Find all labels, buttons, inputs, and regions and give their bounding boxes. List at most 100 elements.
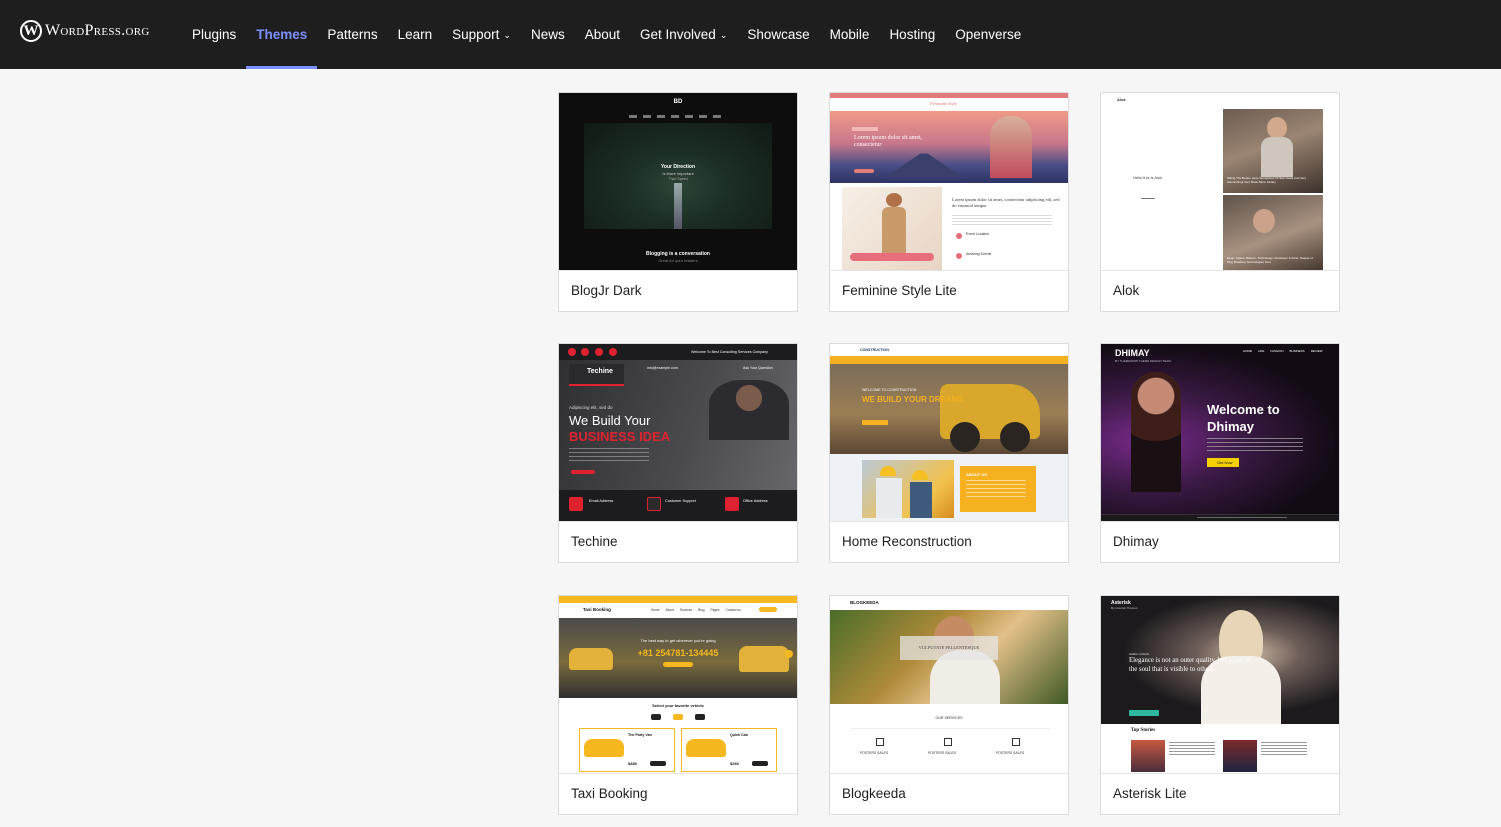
theme-screenshot: CONSTRUCTION WELCOME TO CONSTRUCTION WE … xyxy=(830,344,1068,522)
global-header: W WordPress.org Plugins Themes Patterns Lea… xyxy=(0,0,1501,69)
theme-name[interactable]: Taxi Booking xyxy=(571,786,648,801)
preview-hero-photo: Asterisk By Asterisk Themes GREG LOGAN E… xyxy=(1101,596,1339,724)
nav-label: Get Involved xyxy=(640,27,716,42)
preview-photo-woman: Sitting The Books, Here Sometimes All St… xyxy=(1223,109,1323,193)
preview-menu: Home About Services Blog Pages Contact us xyxy=(651,608,741,612)
preview-hero-title: Lorem ipsum dolor sit amet, consectetur xyxy=(854,135,923,148)
nav-item-get-involved[interactable]: Get Involved ⌄ xyxy=(630,0,737,69)
theme-card-blogjr-dark[interactable]: BD Your Direction Is More Important Than… xyxy=(558,92,798,312)
theme-screenshot: Welcome To Best Consulting Services Comp… xyxy=(559,344,797,522)
nav-label: Hosting xyxy=(889,27,936,42)
nav-item-support[interactable]: Support ⌄ xyxy=(442,0,521,69)
nav-item-themes[interactable]: Themes xyxy=(246,0,318,69)
nav-item-mobile[interactable]: Mobile xyxy=(820,0,880,69)
preview-hero-box: VULPUTATE PELLENTESQUE xyxy=(918,645,980,650)
nav-item-about[interactable]: About xyxy=(575,0,630,69)
chevron-down-icon[interactable]: ⌄ xyxy=(503,30,511,41)
preview-brand: Feminine Style xyxy=(930,101,957,106)
preview-quote: Elegance is not an outer quality, but a … xyxy=(1129,657,1251,673)
preview-menu-item: HOME xyxy=(1243,349,1252,353)
preview-headline-accent: BUSINESS IDEA xyxy=(569,429,671,444)
theme-card-taxi-booking[interactable]: Taxi Booking Home About Services Blog Pages C… xyxy=(558,595,798,815)
preview-taxi-hero: The best way to get wherever you're goin… xyxy=(559,618,797,698)
preview-hero-photo: VULPUTATE PELLENTESQUE xyxy=(830,610,1068,704)
nav-label: Openverse xyxy=(955,27,1022,42)
preview-menu-item: LIFE xyxy=(1258,349,1265,353)
preview-headline: WE BUILD YOUR DREAMS xyxy=(862,395,964,404)
preview-email: info@example.com xyxy=(647,366,678,370)
wordpress-logo[interactable]: W WordPress.org xyxy=(20,19,150,43)
preview-car-card: Quick Cab $260 xyxy=(681,728,777,772)
nav-label: Support xyxy=(452,27,500,42)
preview-caption: Sitting The Books, Here Sometimes All St… xyxy=(1227,176,1307,184)
nav-item-learn[interactable]: Learn xyxy=(388,0,443,69)
preview-section-title: Lorem ipsum dolor sit amet, consectetur … xyxy=(952,197,1060,208)
theme-card-techine[interactable]: Welcome To Best Consulting Services Comp… xyxy=(558,343,798,563)
preview-forest-image: Your Direction Is More Important Than Sp… xyxy=(584,123,772,229)
preview-menu xyxy=(629,115,727,118)
preview-photo-portrait: Deep, Space, Balloon, Technology, Develo… xyxy=(1223,195,1323,270)
theme-card-blogkeeda[interactable]: BLOGKEEDA VULPUTATE PELLENTESQUE OUR SER… xyxy=(829,595,1069,815)
preview-tagline: Great for your readers xyxy=(658,258,698,263)
preview-brand-sub: By Asterisk Themes xyxy=(1111,606,1138,610)
theme-card-dhimay[interactable]: DHIMAY BY THEMEINWP THEME DESIGN TEAM HO… xyxy=(1100,343,1340,563)
preview-info: Office Address xyxy=(743,499,768,503)
preview-car-card: The Party Van $480 xyxy=(579,728,675,772)
preview-menu-item: BUSINESS xyxy=(1289,349,1305,353)
preview-menu: HOME LIFE FASHION BUSINESS REVIEW xyxy=(1243,349,1323,353)
preview-eyebrow: WELCOME TO CONSTRUCTION xyxy=(862,388,917,392)
theme-card-alok[interactable]: Alok Hello this is Alok Sitting The Book… xyxy=(1100,92,1340,312)
theme-screenshot: Feminine Style Lorem ipsum dolor sit ame… xyxy=(830,93,1068,271)
nav-item-patterns[interactable]: Patterns xyxy=(317,0,387,69)
theme-name[interactable]: Home Reconstruction xyxy=(842,534,972,549)
preview-brand-sub: BY THEMEINWP THEME DESIGN TEAM xyxy=(1115,359,1171,363)
preview-menu-item: Contact us xyxy=(725,608,741,612)
preview-topbar xyxy=(830,93,1068,98)
preview-menu-item: Home xyxy=(651,608,660,612)
nav-item-plugins[interactable]: Plugins xyxy=(182,0,246,69)
preview-services: OUR SERVICES xyxy=(935,716,963,720)
theme-card-feminine-style-lite[interactable]: Feminine Style Lorem ipsum dolor sit ame… xyxy=(829,92,1069,312)
preview-hero-title: Your Direction xyxy=(660,164,696,170)
preview-info: Email Address xyxy=(589,499,614,503)
preview-menu-item: Services xyxy=(679,608,693,612)
nav-label: Mobile xyxy=(829,27,870,42)
nav-item-hosting[interactable]: Hosting xyxy=(879,0,945,69)
preview-intro: Adipiscing elit, sed do xyxy=(569,405,613,410)
theme-card-home-reconstruction[interactable]: CONSTRUCTION WELCOME TO CONSTRUCTION WE … xyxy=(829,343,1069,563)
preview-car-price: $260 xyxy=(730,761,739,766)
preview-caption: Deep, Space, Balloon, Technology, Develo… xyxy=(1227,256,1313,264)
nav-label: News xyxy=(530,27,565,42)
nav-item-news[interactable]: News xyxy=(521,0,575,69)
theme-name[interactable]: Feminine Style Lite xyxy=(842,283,957,298)
nav-label: Plugins xyxy=(192,27,237,42)
nav-label: About xyxy=(584,27,621,42)
preview-logo: Alok xyxy=(1117,97,1126,102)
preview-quote-author: GREG LOGAN xyxy=(1129,652,1150,656)
preview-service-label: POSTERS SALES xyxy=(860,751,889,755)
theme-name[interactable]: Alok xyxy=(1113,283,1139,298)
preview-section-title: Top Stories xyxy=(1131,728,1156,733)
theme-screenshot: DHIMAY BY THEMEINWP THEME DESIGN TEAM HO… xyxy=(1101,344,1339,522)
preview-traveler-image xyxy=(842,187,942,270)
preview-logo: BD xyxy=(673,99,683,105)
preview-menu-item: REVIEW xyxy=(1310,349,1323,353)
nav-label: Patterns xyxy=(327,27,378,42)
theme-name[interactable]: BlogJr Dark xyxy=(571,283,642,298)
theme-name[interactable]: Techine xyxy=(571,534,618,549)
nav-label: Themes xyxy=(256,27,308,42)
preview-tagline: Blogging is a conversation xyxy=(646,251,710,257)
preview-car-price: $480 xyxy=(628,761,637,766)
theme-screenshot: BD Your Direction Is More Important Than… xyxy=(559,93,797,271)
theme-name[interactable]: Dhimay xyxy=(1113,534,1159,549)
preview-list-item: Event Location xyxy=(966,232,990,236)
nav-label: Learn xyxy=(397,27,433,42)
chevron-down-icon[interactable]: ⌄ xyxy=(720,30,728,41)
preview-button: Get Now xyxy=(1217,460,1233,465)
nav-item-showcase[interactable]: Showcase xyxy=(737,0,819,69)
preview-brand: Taxi Booking xyxy=(583,607,611,612)
nav-item-openverse[interactable]: Openverse xyxy=(945,0,1031,69)
theme-card-asterisk-lite[interactable]: Asterisk By Asterisk Themes GREG LOGAN E… xyxy=(1100,595,1340,815)
theme-name[interactable]: Blogkeeda xyxy=(842,786,906,801)
theme-name[interactable]: Asterisk Lite xyxy=(1113,786,1187,801)
